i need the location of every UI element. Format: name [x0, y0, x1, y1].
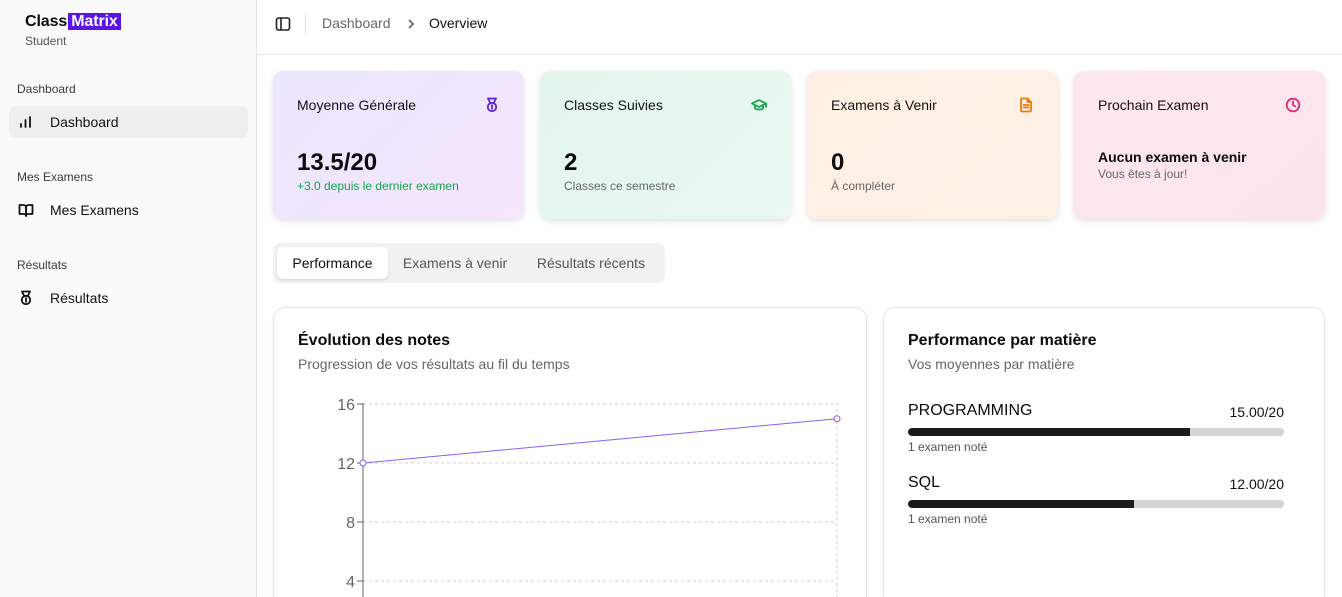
- sidebar-section-title-results: Résultats: [17, 258, 68, 272]
- card-value: 2: [564, 149, 578, 176]
- stat-card-classes-suivies: Classes Suivies 2 Classes ce semestre: [540, 71, 791, 219]
- user-role: Student: [25, 34, 67, 48]
- sidebar-item-label: Mes Examens: [50, 202, 139, 218]
- y-tick-label: 12: [337, 456, 355, 473]
- stat-card-prochain-examen: Prochain Examen Aucun examen à venir Vou…: [1074, 71, 1325, 219]
- top-header: Dashboard Overview: [257, 0, 1342, 55]
- stat-card-moyenne-generale: Moyenne Générale 13.5/20 +3.0 depuis le …: [273, 71, 524, 219]
- subject-performance-panel: Performance par matière Vos moyennes par…: [883, 307, 1325, 597]
- file-text-icon: [1018, 97, 1034, 113]
- card-title: Classes Suivies: [564, 97, 663, 113]
- header-divider: [305, 15, 306, 33]
- card-subtext: Vous êtes à jour!: [1098, 167, 1188, 181]
- y-tick-label: 16: [337, 397, 355, 414]
- progress-fill: [908, 428, 1190, 436]
- evolution-panel: Évolution des notes Progression de vos r…: [273, 307, 867, 597]
- line-chart: 4 8 12 16: [337, 397, 841, 597]
- graduation-cap-icon: [751, 97, 767, 113]
- panel-title: Performance par matière: [908, 332, 1097, 349]
- tab-performance[interactable]: Performance: [277, 247, 388, 279]
- sidebar: Class Matrix Student Dashboard Dashboard …: [0, 0, 257, 597]
- data-point: [359, 459, 367, 467]
- sidebar-item-resultats[interactable]: Résultats: [9, 282, 248, 314]
- subject-score: 15.00/20: [1229, 404, 1285, 420]
- tab-resultats-recents[interactable]: Résultats récents: [523, 247, 659, 279]
- card-title: Prochain Examen: [1098, 97, 1209, 113]
- breadcrumb-dashboard[interactable]: Dashboard: [322, 15, 391, 31]
- logo-text-matrix: Matrix: [68, 13, 121, 30]
- stat-card-examens-a-venir: Examens à Venir 0 À compléter: [807, 71, 1058, 219]
- subject-score: 12.00/20: [1229, 476, 1285, 492]
- data-point: [833, 415, 841, 423]
- card-title: Examens à Venir: [831, 97, 937, 113]
- chevron-right-icon: [405, 17, 417, 29]
- card-subtext: Classes ce semestre: [564, 179, 676, 193]
- sidebar-item-mes-examens[interactable]: Mes Examens: [9, 194, 248, 226]
- sidebar-section-title-exams: Mes Examens: [17, 170, 94, 184]
- clock-icon: [1285, 97, 1301, 113]
- book-open-icon: [18, 202, 34, 218]
- tab-examens-a-venir[interactable]: Examens à venir: [390, 247, 520, 279]
- card-value: Aucun examen à venir: [1098, 149, 1247, 165]
- progress-fill: [908, 500, 1134, 508]
- breadcrumb-overview: Overview: [429, 15, 488, 31]
- sidebar-item-label: Dashboard: [50, 114, 119, 130]
- card-title: Moyenne Générale: [297, 97, 417, 113]
- y-tick-label: 4: [346, 574, 355, 591]
- medal-icon: [484, 97, 500, 113]
- progress-track: [908, 500, 1284, 508]
- sidebar-toggle-icon[interactable]: [275, 16, 291, 32]
- medal-icon: [18, 290, 34, 306]
- card-subtext: +3.0 depuis le dernier examen: [297, 179, 459, 193]
- subject-name: SQL: [908, 474, 941, 491]
- subject-note: 1 examen noté: [908, 440, 988, 454]
- sidebar-section-title-dashboard: Dashboard: [17, 82, 76, 96]
- card-value: 0: [831, 149, 845, 176]
- bar-chart-icon: [18, 114, 34, 130]
- progress-track: [908, 428, 1284, 436]
- card-subtext: À compléter: [831, 179, 896, 193]
- subject-name: PROGRAMMING: [908, 402, 1033, 419]
- series-line: [362, 418, 838, 464]
- sidebar-item-dashboard[interactable]: Dashboard: [9, 106, 248, 138]
- logo-text-class: Class: [25, 13, 68, 30]
- sidebar-item-label: Résultats: [50, 290, 109, 306]
- app-logo[interactable]: Class Matrix: [25, 12, 121, 32]
- panel-description: Vos moyennes par matière: [908, 356, 1075, 372]
- y-tick-label: 8: [346, 515, 355, 532]
- card-value: 13.5/20: [297, 149, 378, 176]
- tab-list: Performance Examens à venir Résultats ré…: [273, 243, 665, 283]
- subject-note: 1 examen noté: [908, 512, 988, 526]
